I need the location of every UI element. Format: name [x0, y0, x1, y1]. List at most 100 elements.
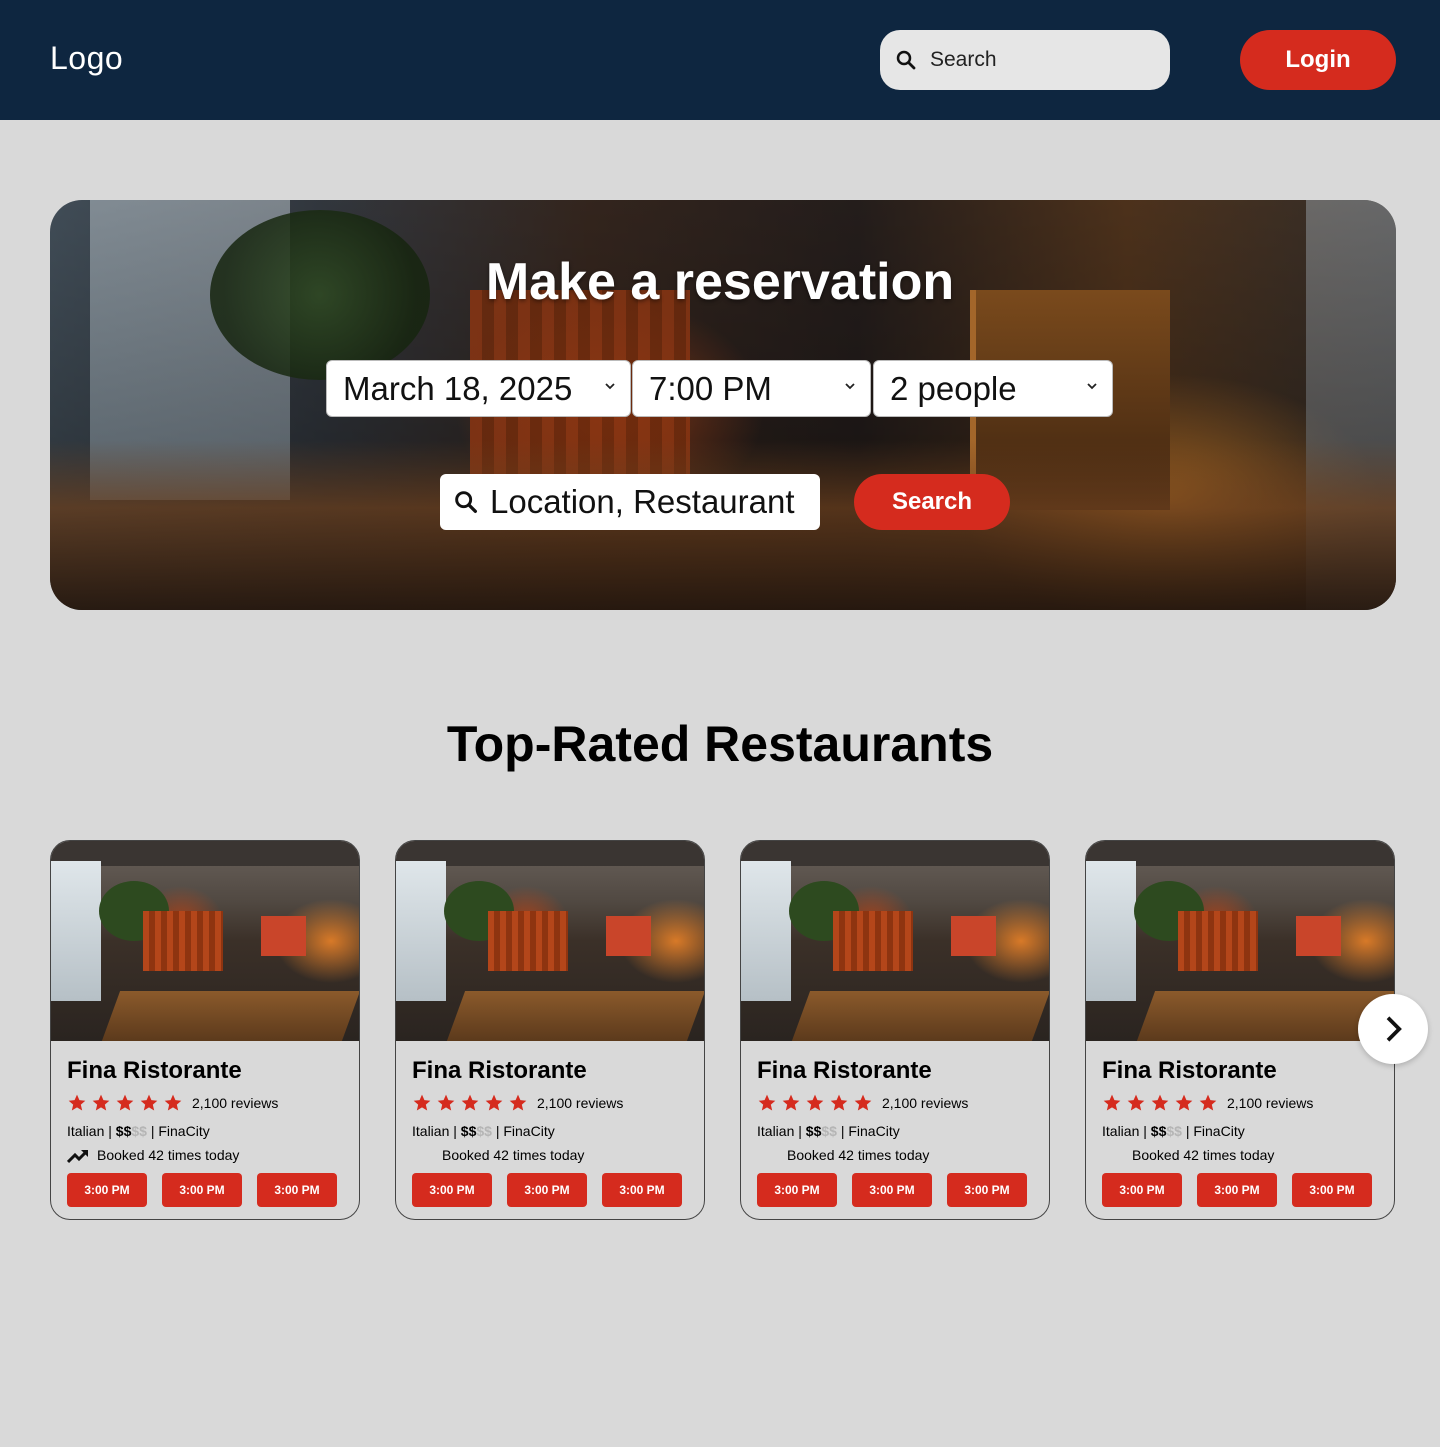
- time-slot-button[interactable]: 3:00 PM: [757, 1173, 837, 1207]
- logo[interactable]: Logo: [50, 40, 123, 77]
- restaurant-meta: Italian | $$$$ | FinaCity: [67, 1123, 210, 1139]
- date-select-value: March 18, 2025: [343, 369, 573, 407]
- time-slot-button[interactable]: 3:00 PM: [507, 1173, 587, 1207]
- restaurant-card[interactable]: Fina Ristorante 2,100 reviews Italian | $$…: [740, 840, 1050, 1220]
- star-icon: [437, 1094, 455, 1111]
- star-icon: [806, 1094, 824, 1111]
- star-icon: [164, 1094, 182, 1111]
- time-slots: 3:00 PM 3:00 PM 3:00 PM: [757, 1173, 1027, 1207]
- star-icon: [413, 1094, 431, 1111]
- restaurant-photo: [741, 841, 1049, 1041]
- star-icon: [758, 1094, 776, 1111]
- time-slot-button[interactable]: 3:00 PM: [162, 1173, 242, 1207]
- carousel-next-button[interactable]: [1358, 994, 1428, 1064]
- header-search-input[interactable]: [930, 48, 1130, 72]
- review-count: 2,100 reviews: [192, 1095, 279, 1111]
- star-icon: [830, 1094, 848, 1111]
- hero-banner: Make a reservation March 18, 2025 7:00 P…: [50, 200, 1396, 610]
- login-button[interactable]: Login: [1240, 30, 1396, 90]
- booked-count: Booked 42 times today: [787, 1147, 930, 1163]
- time-slot-button[interactable]: 3:00 PM: [257, 1173, 337, 1207]
- chevron-down-icon: [605, 383, 615, 390]
- location-search-placeholder: Location, Restaurant: [490, 483, 795, 520]
- star-icon: [92, 1094, 110, 1111]
- party-size-select[interactable]: 2 people: [873, 360, 1113, 417]
- city: FinaCity: [1193, 1123, 1245, 1139]
- star-icon: [1127, 1094, 1145, 1111]
- restaurant-meta: Italian | $$$$ | FinaCity: [1102, 1123, 1245, 1139]
- star-rating: [67, 1093, 183, 1113]
- time-slot-button[interactable]: 3:00 PM: [1197, 1173, 1277, 1207]
- star-icon: [1199, 1094, 1217, 1111]
- restaurant-meta: Italian | $$$$ | FinaCity: [757, 1123, 900, 1139]
- restaurant-name[interactable]: Fina Ristorante: [412, 1057, 587, 1085]
- booked-count: Booked 42 times today: [442, 1147, 585, 1163]
- chevron-down-icon: [1087, 383, 1097, 390]
- price-level: $$: [460, 1123, 477, 1139]
- price-level-inactive: $$: [821, 1123, 837, 1139]
- time-slot-button[interactable]: 3:00 PM: [412, 1173, 492, 1207]
- star-icon: [509, 1094, 527, 1111]
- top-navbar: Logo Login: [0, 0, 1440, 120]
- time-slot-button[interactable]: 3:00 PM: [1292, 1173, 1372, 1207]
- star-icon: [782, 1094, 800, 1111]
- review-count: 2,100 reviews: [537, 1095, 624, 1111]
- cuisine: Italian: [67, 1123, 105, 1139]
- city: FinaCity: [848, 1123, 900, 1139]
- city: FinaCity: [158, 1123, 210, 1139]
- time-slot-button[interactable]: 3:00 PM: [67, 1173, 147, 1207]
- star-icon: [140, 1094, 158, 1111]
- date-select[interactable]: March 18, 2025: [326, 360, 631, 417]
- star-rating: [757, 1093, 873, 1113]
- restaurant-name[interactable]: Fina Ristorante: [757, 1057, 932, 1085]
- reservation-search-button[interactable]: Search: [854, 474, 1010, 530]
- price-level: $$: [805, 1123, 822, 1139]
- location-search-field[interactable]: Location, Restaurant: [440, 474, 820, 530]
- time-slots: 3:00 PM 3:00 PM 3:00 PM: [412, 1173, 682, 1207]
- star-icon: [1103, 1094, 1121, 1111]
- price-level-inactive: $$: [1166, 1123, 1182, 1139]
- restaurant-card[interactable]: Fina Ristorante 2,100 reviews Italian | $$…: [50, 840, 360, 1220]
- star-icon: [485, 1094, 503, 1111]
- restaurant-name[interactable]: Fina Ristorante: [1102, 1057, 1277, 1085]
- star-icon: [461, 1094, 479, 1111]
- time-select-value: 7:00 PM: [649, 369, 772, 407]
- search-icon: [455, 491, 477, 513]
- cuisine: Italian: [412, 1123, 450, 1139]
- booked-count: Booked 42 times today: [97, 1147, 240, 1163]
- party-size-value: 2 people: [890, 369, 1017, 407]
- booked-count: Booked 42 times today: [1132, 1147, 1275, 1163]
- time-slots: 3:00 PM 3:00 PM 3:00 PM: [67, 1173, 337, 1207]
- star-icon: [1151, 1094, 1169, 1111]
- cuisine: Italian: [757, 1123, 795, 1139]
- price-level-inactive: $$: [476, 1123, 492, 1139]
- star-rating: [1102, 1093, 1218, 1113]
- star-icon: [1175, 1094, 1193, 1111]
- star-rating: [412, 1093, 528, 1113]
- star-icon: [68, 1094, 86, 1111]
- restaurant-card[interactable]: Fina Ristorante 2,100 reviews Italian | $$…: [1085, 840, 1395, 1220]
- restaurant-photo: [1086, 841, 1394, 1041]
- header-search[interactable]: [880, 30, 1170, 90]
- restaurant-name[interactable]: Fina Ristorante: [67, 1057, 242, 1085]
- time-slot-button[interactable]: 3:00 PM: [1102, 1173, 1182, 1207]
- trending-up-icon: [67, 1149, 89, 1164]
- star-icon: [116, 1094, 134, 1111]
- review-count: 2,100 reviews: [882, 1095, 969, 1111]
- chevron-down-icon: [845, 383, 855, 390]
- hero-title: Make a reservation: [485, 253, 955, 311]
- time-slot-button[interactable]: 3:00 PM: [852, 1173, 932, 1207]
- star-icon: [854, 1094, 872, 1111]
- time-slot-button[interactable]: 3:00 PM: [947, 1173, 1027, 1207]
- time-slots: 3:00 PM 3:00 PM 3:00 PM: [1102, 1173, 1372, 1207]
- city: FinaCity: [503, 1123, 555, 1139]
- price-level: $$: [115, 1123, 132, 1139]
- cuisine: Italian: [1102, 1123, 1140, 1139]
- restaurant-card[interactable]: Fina Ristorante 2,100 reviews Italian | $$…: [395, 840, 705, 1220]
- restaurant-photo: [51, 841, 359, 1041]
- price-level-inactive: $$: [131, 1123, 147, 1139]
- time-select[interactable]: 7:00 PM: [632, 360, 871, 417]
- search-icon: [896, 50, 916, 70]
- price-level: $$: [1150, 1123, 1167, 1139]
- time-slot-button[interactable]: 3:00 PM: [602, 1173, 682, 1207]
